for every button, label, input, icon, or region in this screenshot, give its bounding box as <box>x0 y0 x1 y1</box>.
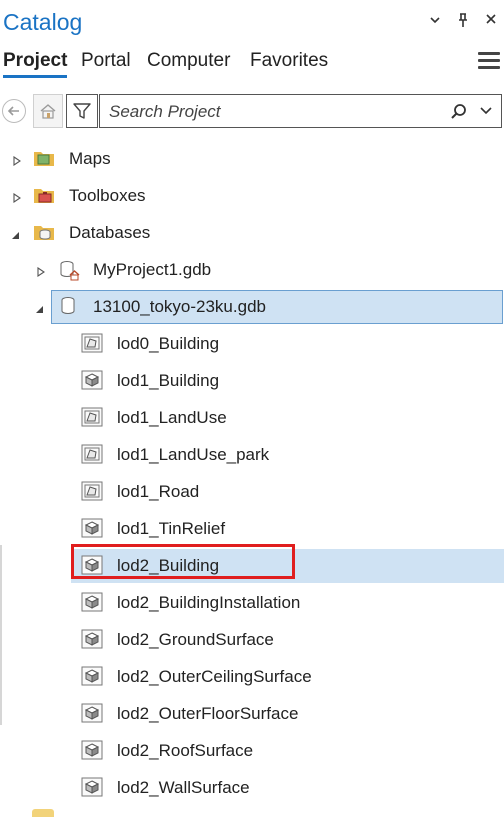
search-icon[interactable] <box>449 102 469 127</box>
partial-folder-icon <box>32 809 54 817</box>
tree-item-label: lod1_Building <box>117 371 220 390</box>
expand-arrow-icon[interactable] <box>12 153 22 167</box>
catalog-toolbar <box>0 94 504 130</box>
tree-item-myproject1-gdb[interactable]: MyProject1.gdb <box>0 251 504 288</box>
title-controls <box>428 12 498 33</box>
tree-item-label: MyProject1.gdb <box>93 260 212 279</box>
tree-item-databases[interactable]: Databases <box>0 214 504 251</box>
tree-item-label: lod1_Road <box>117 482 200 501</box>
dropdown-chevron-icon[interactable] <box>428 12 442 33</box>
multipatch-feature-class-icon <box>81 370 103 390</box>
filter-icon[interactable] <box>66 94 98 128</box>
tree-item-feature-class[interactable]: lod2_WallSurface <box>0 769 504 806</box>
tree-item-feature-class[interactable]: lod1_Building <box>0 362 504 399</box>
home-geodatabase-icon <box>58 259 80 281</box>
polygon-feature-class-icon <box>81 333 103 353</box>
catalog-tabs: Project Portal Computer Favorites <box>0 50 504 84</box>
tree-item-feature-class[interactable]: lod1_LandUse_park <box>0 436 504 473</box>
menu-icon[interactable] <box>478 52 500 72</box>
highlight-annotation <box>71 544 295 579</box>
polygon-feature-class-icon <box>81 481 103 501</box>
multipatch-feature-class-icon <box>81 740 103 760</box>
maps-folder-icon <box>33 148 55 168</box>
tree-item-label: lod0_Building <box>117 334 220 353</box>
tree-item-label: 13100_tokyo-23ku.gdb <box>93 297 266 316</box>
multipatch-feature-class-icon <box>81 703 103 723</box>
collapse-arrow-icon[interactable] <box>10 227 20 239</box>
toolbox-folder-icon <box>33 185 55 205</box>
tree-item-label: lod2_WallSurface <box>117 778 250 797</box>
tree-item-label: lod2_RoofSurface <box>117 741 254 760</box>
polygon-feature-class-icon <box>81 444 103 464</box>
tree-item-label: lod2_BuildingInstallation <box>117 593 301 612</box>
tree-item-tokyo-gdb[interactable]: 13100_tokyo-23ku.gdb <box>0 288 504 325</box>
chevron-down-icon[interactable] <box>479 104 493 122</box>
tree-item-toolboxes[interactable]: Toolboxes <box>0 177 504 214</box>
polygon-feature-class-icon <box>81 407 103 427</box>
tree-item-feature-class[interactable]: lod2_OuterCeilingSurface <box>0 658 504 695</box>
geodatabase-icon <box>58 296 80 316</box>
tree-item-feature-class[interactable]: lod2_OuterFloorSurface <box>0 695 504 732</box>
home-icon[interactable] <box>33 94 63 128</box>
multipatch-feature-class-icon <box>81 777 103 797</box>
tree-item-label: lod1_LandUse_park <box>117 445 270 464</box>
multipatch-feature-class-icon <box>81 518 103 538</box>
tree-item-label: lod2_OuterCeilingSurface <box>117 667 312 686</box>
tree-item-label: lod1_TinRelief <box>117 519 226 538</box>
tab-project[interactable]: Project <box>3 50 68 78</box>
tree-item-feature-class[interactable]: lod1_Road <box>0 473 504 510</box>
tree-item-feature-class[interactable]: lod0_Building <box>0 325 504 362</box>
panel-title: Catalog <box>3 9 83 35</box>
tree-item-label: lod2_GroundSurface <box>117 630 274 649</box>
catalog-titlebar: Catalog <box>0 0 504 44</box>
multipatch-feature-class-icon <box>81 592 103 612</box>
tree-item-label: lod1_LandUse <box>117 408 227 427</box>
collapse-arrow-icon[interactable] <box>34 301 44 313</box>
tree-item-label: lod2_OuterFloorSurface <box>117 704 299 723</box>
tree-item-feature-class[interactable]: lod1_LandUse <box>0 399 504 436</box>
search-box <box>99 94 502 129</box>
expand-arrow-icon[interactable] <box>12 190 22 204</box>
panel-left-edge <box>0 545 2 725</box>
tree-item-feature-class[interactable]: lod2_GroundSurface <box>0 621 504 658</box>
pin-icon[interactable] <box>456 12 470 33</box>
multipatch-feature-class-icon <box>81 666 103 686</box>
expand-arrow-icon[interactable] <box>36 264 46 278</box>
database-folder-icon <box>33 222 55 242</box>
tree-item-maps[interactable]: Maps <box>0 140 504 177</box>
close-icon[interactable] <box>484 12 498 33</box>
tab-favorites[interactable]: Favorites <box>250 50 328 78</box>
search-input[interactable] <box>107 95 441 129</box>
tree-item-label: Toolboxes <box>69 186 146 205</box>
multipatch-feature-class-icon <box>81 629 103 649</box>
tab-portal[interactable]: Portal <box>81 50 131 78</box>
tab-computer[interactable]: Computer <box>147 50 230 78</box>
back-arrow-icon[interactable] <box>2 99 26 123</box>
tree-item-feature-class[interactable]: lod2_BuildingInstallation <box>0 584 504 621</box>
tree-item-label: Databases <box>69 223 151 242</box>
tree-item-feature-class[interactable]: lod2_RoofSurface <box>0 732 504 769</box>
tree-item-label: Maps <box>69 149 111 168</box>
tree-item-feature-class[interactable]: lod1_TinRelief <box>0 510 504 547</box>
